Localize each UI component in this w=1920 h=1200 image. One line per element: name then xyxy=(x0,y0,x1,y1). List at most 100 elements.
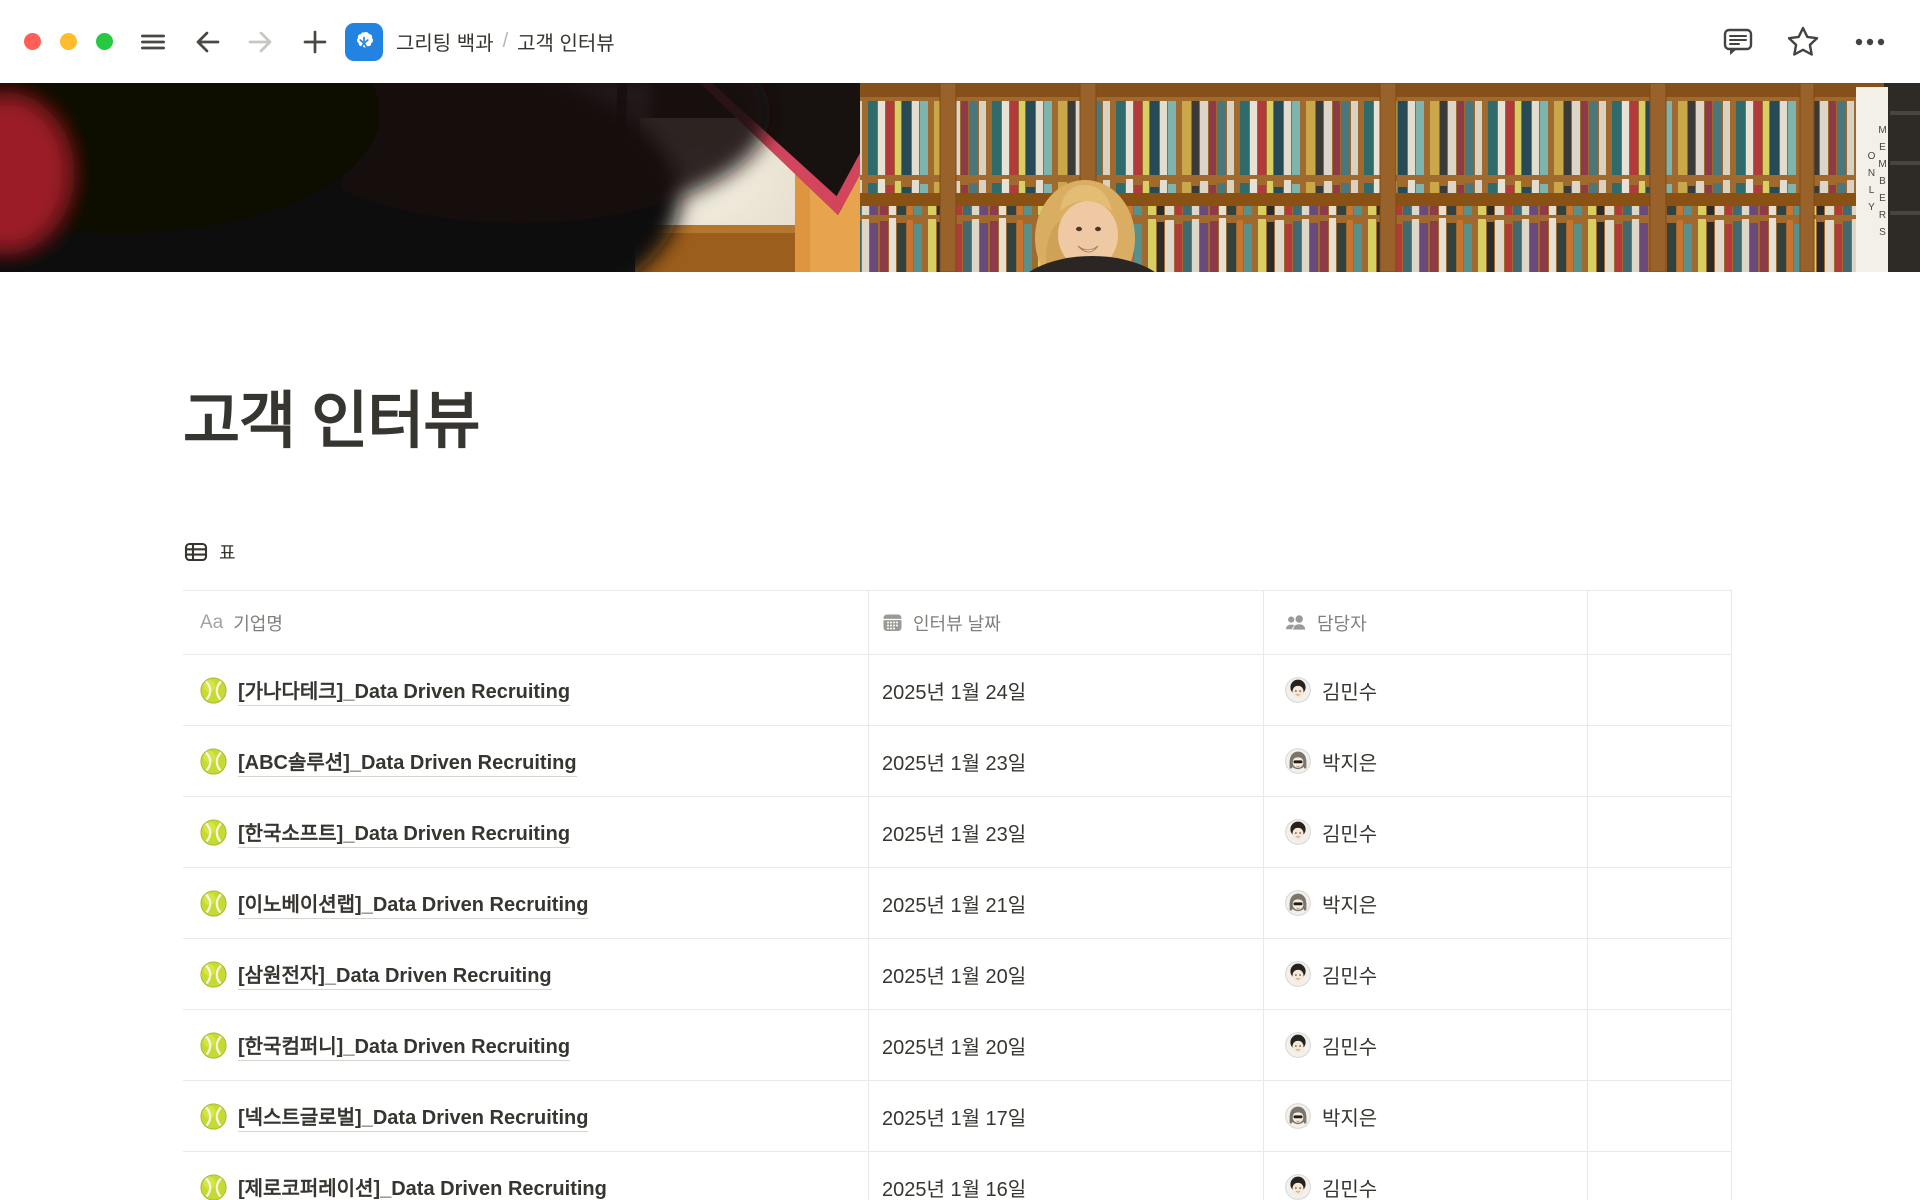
company-page-link[interactable]: [한국컴퍼니]_Data Driven Recruiting xyxy=(238,1030,570,1061)
close-window-button[interactable] xyxy=(24,33,41,50)
company-page-link[interactable]: [이노베이션랩]_Data Driven Recruiting xyxy=(238,888,588,919)
page-title[interactable]: 고객 인터뷰 xyxy=(183,385,1732,459)
company-page-link[interactable]: [삼원전자]_Data Driven Recruiting xyxy=(238,959,552,990)
favorite-button[interactable] xyxy=(1780,19,1826,65)
more-options-button[interactable] xyxy=(1846,20,1894,64)
tennis-ball-icon xyxy=(200,1174,227,1200)
back-button[interactable] xyxy=(187,22,227,62)
minimize-window-button[interactable] xyxy=(60,33,77,50)
assignee-cell[interactable]: 김민수 xyxy=(1264,1152,1588,1200)
interview-date-cell[interactable]: 2025년 1월 23일 xyxy=(869,726,1264,796)
tab-table-view[interactable]: 표 xyxy=(183,533,236,571)
database-table: Aa 기업명 인터뷰 날짜 xyxy=(183,590,1732,1200)
more-ellipsis-icon xyxy=(1850,24,1890,60)
table-row[interactable]: [한국소프트]_Data Driven Recruiting 2025년 1월 … xyxy=(183,797,1732,868)
column-label: 인터뷰 날짜 xyxy=(913,610,1001,636)
interview-date: 2025년 1월 20일 xyxy=(882,1031,1026,1060)
tennis-ball-icon xyxy=(200,819,227,846)
members-only-sign: MEMBERS ONLY xyxy=(1856,87,1888,272)
company-page-link[interactable]: [넥스트글로벌]_Data Driven Recruiting xyxy=(238,1101,588,1132)
interview-date-cell[interactable]: 2025년 1월 17일 xyxy=(869,1081,1264,1151)
text-type-icon: Aa xyxy=(200,612,223,634)
company-page-link[interactable]: [가나다테크]_Data Driven Recruiting xyxy=(238,675,570,706)
tennis-ball-icon xyxy=(200,1032,227,1059)
forward-arrow-icon xyxy=(245,26,277,58)
table-row[interactable]: [이노베이션랩]_Data Driven Recruiting 2025년 1월… xyxy=(183,868,1732,939)
assignee-cell[interactable]: 김민수 xyxy=(1264,797,1588,867)
assignee-cell[interactable]: 박지은 xyxy=(1264,1081,1588,1151)
back-arrow-icon xyxy=(191,26,223,58)
empty-cell xyxy=(1588,797,1732,867)
assignee-cell[interactable]: 김민수 xyxy=(1264,939,1588,1009)
table-row[interactable]: [제로코퍼레이션]_Data Driven Recruiting 2025년 1… xyxy=(183,1152,1732,1200)
interview-date-cell[interactable]: 2025년 1월 20일 xyxy=(869,1010,1264,1080)
page-cover[interactable]: MEMBERS ONLY xyxy=(0,83,1920,272)
company-cell[interactable]: [한국소프트]_Data Driven Recruiting xyxy=(183,797,869,867)
empty-cell xyxy=(1588,655,1732,725)
workspace-logo-icon xyxy=(345,23,383,61)
assignee-cell[interactable]: 박지은 xyxy=(1264,868,1588,938)
company-cell[interactable]: [제로코퍼레이션]_Data Driven Recruiting xyxy=(183,1152,869,1200)
breadcrumb-page[interactable]: 고객 인터뷰 xyxy=(517,27,615,56)
interview-date-cell[interactable]: 2025년 1월 21일 xyxy=(869,868,1264,938)
company-cell[interactable]: [삼원전자]_Data Driven Recruiting xyxy=(183,939,869,1009)
assignee-avatar-girl xyxy=(1285,748,1311,774)
assignee-cell[interactable]: 김민수 xyxy=(1264,1010,1588,1080)
column-label: 기업명 xyxy=(233,610,283,636)
company-page-link[interactable]: [제로코퍼레이션]_Data Driven Recruiting xyxy=(238,1172,607,1200)
assignee-name: 박지은 xyxy=(1322,889,1377,918)
plus-icon xyxy=(299,26,331,58)
interview-date-cell[interactable]: 2025년 1월 23일 xyxy=(869,797,1264,867)
topbar: 그리팅 백과 / 고객 인터뷰 xyxy=(0,0,1920,83)
column-header-assignee[interactable]: 담당자 xyxy=(1264,591,1588,654)
column-header-empty[interactable] xyxy=(1588,591,1732,654)
table-row[interactable]: [넥스트글로벌]_Data Driven Recruiting 2025년 1월… xyxy=(183,1081,1732,1152)
window-controls xyxy=(24,33,113,50)
table-view-icon xyxy=(183,539,209,565)
table-row[interactable]: [ABC솔루션]_Data Driven Recruiting 2025년 1월… xyxy=(183,726,1732,797)
breadcrumb-separator: / xyxy=(503,30,509,53)
forward-button[interactable] xyxy=(241,22,281,62)
company-page-link[interactable]: [ABC솔루션]_Data Driven Recruiting xyxy=(238,746,577,777)
table-row[interactable]: [삼원전자]_Data Driven Recruiting 2025년 1월 2… xyxy=(183,939,1732,1010)
interview-date-cell[interactable]: 2025년 1월 24일 xyxy=(869,655,1264,725)
company-cell[interactable]: [넥스트글로벌]_Data Driven Recruiting xyxy=(183,1081,869,1151)
people-icon xyxy=(1285,613,1307,633)
tennis-ball-icon xyxy=(200,1103,227,1130)
star-icon xyxy=(1784,23,1822,61)
assignee-cell[interactable]: 김민수 xyxy=(1264,655,1588,725)
tab-table-label: 표 xyxy=(219,539,236,565)
assignee-cell[interactable]: 박지은 xyxy=(1264,726,1588,796)
assignee-avatar-boy xyxy=(1285,819,1311,845)
assignee-name: 김민수 xyxy=(1322,1031,1377,1060)
empty-cell xyxy=(1588,726,1732,796)
interview-date-cell[interactable]: 2025년 1월 16일 xyxy=(869,1152,1264,1200)
table-row[interactable]: [한국컴퍼니]_Data Driven Recruiting 2025년 1월 … xyxy=(183,1010,1732,1081)
zoom-window-button[interactable] xyxy=(96,33,113,50)
interview-date: 2025년 1월 24일 xyxy=(882,676,1026,705)
tennis-ball-icon xyxy=(200,677,227,704)
column-header-company[interactable]: Aa 기업명 xyxy=(183,591,869,654)
assignee-name: 김민수 xyxy=(1322,818,1377,847)
assignee-name: 김민수 xyxy=(1322,676,1377,705)
comment-icon xyxy=(1720,24,1756,60)
breadcrumb-workspace[interactable]: 그리팅 백과 xyxy=(396,27,494,56)
comments-button[interactable] xyxy=(1716,20,1760,64)
tennis-ball-icon xyxy=(200,961,227,988)
assignee-name: 박지은 xyxy=(1322,1102,1377,1131)
column-header-interview-date[interactable]: 인터뷰 날짜 xyxy=(869,591,1264,654)
sidebar-toggle-button[interactable] xyxy=(133,22,173,62)
new-page-button[interactable] xyxy=(295,22,335,62)
interview-date-cell[interactable]: 2025년 1월 20일 xyxy=(869,939,1264,1009)
cover-photo-library xyxy=(0,83,1920,272)
company-cell[interactable]: [ABC솔루션]_Data Driven Recruiting xyxy=(183,726,869,796)
page-content: 고객 인터뷰 표 Aa 기업명 xyxy=(0,385,1920,1200)
company-cell[interactable]: [한국컴퍼니]_Data Driven Recruiting xyxy=(183,1010,869,1080)
empty-cell xyxy=(1588,868,1732,938)
company-cell[interactable]: [가나다테크]_Data Driven Recruiting xyxy=(183,655,869,725)
hamburger-icon xyxy=(137,26,169,58)
company-page-link[interactable]: [한국소프트]_Data Driven Recruiting xyxy=(238,817,570,848)
company-cell[interactable]: [이노베이션랩]_Data Driven Recruiting xyxy=(183,868,869,938)
table-row[interactable]: [가나다테크]_Data Driven Recruiting 2025년 1월 … xyxy=(183,655,1732,726)
empty-cell xyxy=(1588,1010,1732,1080)
